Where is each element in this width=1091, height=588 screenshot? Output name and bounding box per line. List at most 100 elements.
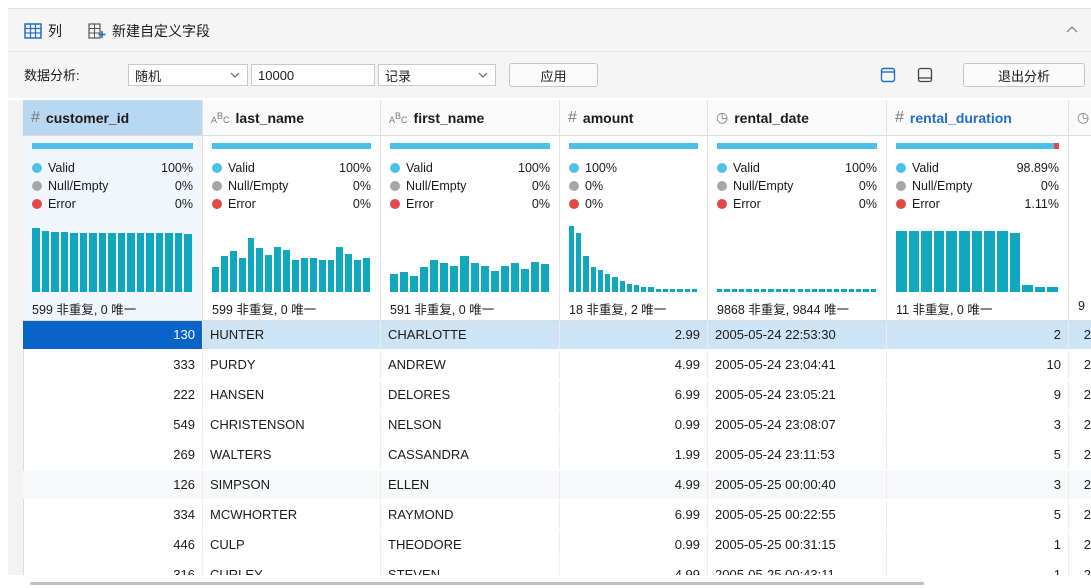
cell-rental_duration[interactable]: 9	[887, 381, 1069, 409]
histogram-bar[interactable]	[684, 288, 690, 292]
cell-extra[interactable]: 2	[1069, 561, 1091, 575]
histogram-bar[interactable]	[790, 288, 796, 292]
histogram-bar[interactable]	[619, 280, 625, 292]
histogram-bar[interactable]	[41, 230, 50, 292]
histogram-bar[interactable]	[691, 288, 697, 292]
cell-rental_date[interactable]: 2005-05-25 00:00:40	[708, 471, 887, 499]
table-row[interactable]: 334 MCWHORTER RAYMOND 6.99 2005-05-25 00:22:…	[23, 501, 1091, 529]
cell-last_name[interactable]: CHRISTENSON	[203, 411, 381, 439]
cell-rental_date[interactable]: 2005-05-24 23:05:21	[708, 381, 887, 409]
cell-extra[interactable]: 2	[1069, 351, 1091, 379]
cell-rental_duration[interactable]: 1	[887, 531, 1069, 559]
histogram-bar[interactable]	[174, 233, 183, 292]
histogram-bar[interactable]	[274, 247, 282, 292]
histogram-bar[interactable]	[576, 232, 582, 292]
histogram-bar[interactable]	[510, 262, 519, 292]
histogram-bar[interactable]	[812, 288, 818, 292]
histogram-bar[interactable]	[420, 266, 429, 292]
cell-customer_id[interactable]: 316	[23, 561, 203, 575]
cell-last_name[interactable]: HANSEN	[203, 381, 381, 409]
column-header-rental_duration[interactable]: # rental_duration	[887, 100, 1069, 136]
histogram-bar[interactable]	[670, 288, 676, 292]
cell-extra[interactable]: 2	[1069, 411, 1091, 439]
cell-rental_duration[interactable]: 5	[887, 501, 1069, 529]
histogram-bar[interactable]	[117, 232, 126, 292]
apply-button[interactable]: 应用	[509, 63, 598, 87]
column-header-rental_date[interactable]: ◷ rental_date	[708, 100, 887, 136]
cell-customer_id[interactable]: 446	[23, 531, 203, 559]
cell-extra[interactable]: 2	[1069, 381, 1091, 409]
histogram-bar[interactable]	[318, 259, 326, 292]
chevron-up-icon[interactable]	[1065, 23, 1079, 37]
histogram-bar[interactable]	[146, 233, 154, 292]
cell-amount[interactable]: 6.99	[560, 381, 708, 409]
histogram-bar[interactable]	[848, 288, 855, 292]
histogram-bar[interactable]	[520, 268, 529, 292]
histogram-bar[interactable]	[946, 230, 958, 292]
histogram-bar[interactable]	[724, 288, 730, 292]
cell-customer_id[interactable]: 333	[23, 351, 203, 379]
histogram-bar[interactable]	[569, 226, 575, 292]
histogram-bar[interactable]	[354, 259, 362, 292]
cell-last_name[interactable]: WALTERS	[203, 441, 381, 469]
histogram-bar[interactable]	[51, 231, 59, 292]
cell-rental_duration[interactable]: 1	[887, 561, 1069, 575]
cell-amount[interactable]: 0.99	[560, 411, 708, 439]
histogram-bar[interactable]	[229, 251, 237, 292]
histogram-bar[interactable]	[530, 262, 539, 292]
cell-rental_date[interactable]: 2005-05-24 23:08:07	[708, 411, 887, 439]
table-row[interactable]: 130 HUNTER CHARLOTTE 2.99 2005-05-24 22:53:3…	[23, 321, 1091, 349]
histogram-bar[interactable]	[400, 272, 409, 292]
histogram-bar[interactable]	[959, 230, 970, 292]
histogram-bar[interactable]	[540, 264, 549, 292]
histogram-bar[interactable]	[863, 288, 869, 292]
histogram-bar[interactable]	[300, 257, 308, 292]
histogram-bar[interactable]	[717, 288, 723, 292]
cell-first_name[interactable]: STEVEN	[381, 561, 560, 575]
histogram-bar[interactable]	[819, 288, 825, 292]
histogram-bar[interactable]	[731, 288, 737, 292]
cell-rental_duration[interactable]: 3	[887, 411, 1069, 439]
histogram-bar[interactable]	[583, 255, 589, 292]
histogram-bar[interactable]	[655, 288, 661, 292]
sample-size-input[interactable]: 10000	[251, 64, 375, 86]
cell-customer_id[interactable]: 222	[23, 381, 203, 409]
histogram-bar[interactable]	[1009, 232, 1021, 292]
histogram-bar[interactable]	[500, 265, 509, 292]
histogram-bar[interactable]	[247, 237, 255, 292]
histogram-bar[interactable]	[327, 260, 335, 292]
cell-rental_duration[interactable]: 2	[887, 321, 1069, 349]
histogram-bar[interactable]	[238, 257, 246, 292]
cell-first_name[interactable]: ANDREW	[381, 351, 560, 379]
cell-rental_date[interactable]: 2005-05-25 00:43:11	[708, 561, 887, 575]
cell-amount[interactable]: 6.99	[560, 501, 708, 529]
column-header-last_name[interactable]: ABC last_name	[203, 100, 381, 136]
cell-last_name[interactable]: CULP	[203, 531, 381, 559]
histogram-bar[interactable]	[590, 266, 596, 292]
histogram-bar[interactable]	[32, 227, 40, 292]
cell-extra[interactable]: 2	[1069, 321, 1091, 349]
new-custom-field-button[interactable]: 新建自定义字段	[88, 21, 210, 41]
histogram-bar[interactable]	[127, 232, 135, 292]
cell-amount[interactable]: 2.99	[560, 321, 708, 349]
histogram-bar[interactable]	[292, 260, 299, 292]
cell-rental_duration[interactable]: 10	[887, 351, 1069, 379]
histogram-bar[interactable]	[336, 247, 344, 292]
cell-first_name[interactable]: THEODORE	[381, 531, 560, 559]
cell-last_name[interactable]: CURLEY	[203, 561, 381, 575]
histogram-bar[interactable]	[60, 231, 69, 292]
histogram-bar[interactable]	[265, 255, 273, 292]
histogram-bar[interactable]	[908, 230, 920, 292]
cell-rental_date[interactable]: 2005-05-24 22:53:30	[708, 321, 887, 349]
histogram-bar[interactable]	[971, 230, 983, 292]
histogram-bar[interactable]	[841, 288, 847, 292]
histogram-bar[interactable]	[283, 250, 290, 292]
histogram-bar[interactable]	[440, 262, 449, 292]
histogram-bar[interactable]	[984, 230, 995, 292]
histogram-bar[interactable]	[933, 230, 945, 292]
cell-amount[interactable]: 4.99	[560, 471, 708, 499]
cell-first_name[interactable]: CASSANDRA	[381, 441, 560, 469]
cell-last_name[interactable]: MCWHORTER	[203, 501, 381, 529]
histogram-bar[interactable]	[165, 233, 173, 292]
columns-button[interactable]: 列	[24, 21, 62, 41]
